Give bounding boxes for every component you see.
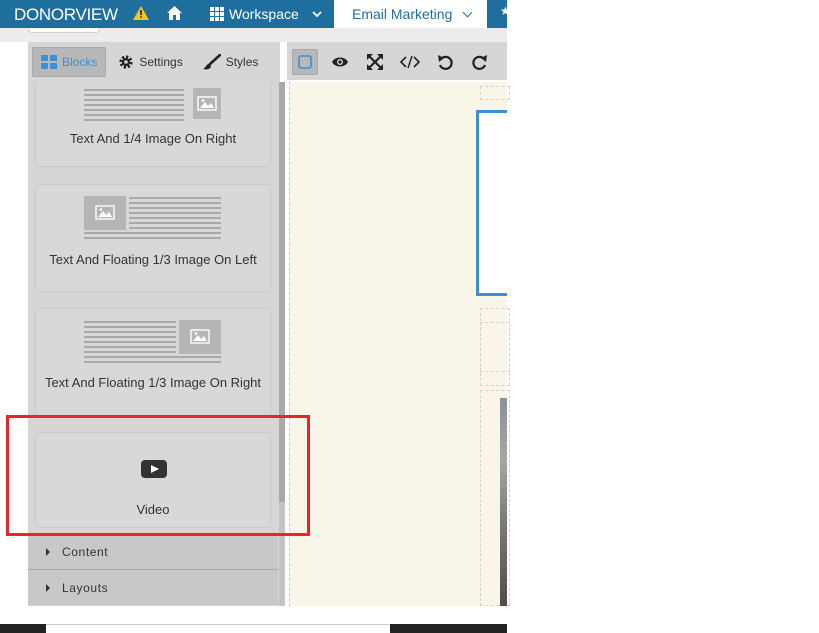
image-placeholder-icon — [179, 320, 221, 354]
text-lines-thumbnail — [84, 356, 221, 366]
text-lines-thumbnail — [84, 232, 221, 242]
tab-settings-label: Settings — [139, 55, 183, 69]
redo-button[interactable] — [467, 49, 493, 75]
code-icon — [400, 55, 420, 69]
paintbrush-icon — [202, 54, 221, 70]
workspace-label: Workspace — [229, 6, 299, 22]
accordion-content-label: Content — [62, 544, 109, 559]
taskbar-left — [0, 624, 46, 633]
brand-logo[interactable]: DONORVIEW — [14, 5, 118, 25]
workspace-menu[interactable]: Workspace — [210, 0, 322, 28]
canvas-image[interactable] — [500, 398, 507, 606]
block-text-floating-third-image-right[interactable]: Text And Floating 1/3 Image On Right — [35, 308, 271, 416]
panel-tab-edge — [28, 28, 100, 33]
undo-icon — [438, 55, 453, 70]
image-placeholder-icon — [84, 196, 126, 230]
tab-blocks-label: Blocks — [62, 55, 98, 69]
preview-button[interactable] — [327, 49, 353, 75]
star-icon[interactable]: ★ — [500, 4, 507, 22]
tab-styles-label: Styles — [225, 55, 259, 69]
accordion-layouts-label: Layouts — [62, 580, 109, 595]
image-placeholder-icon — [193, 88, 221, 119]
top-nav: DONORVIEW Workspace Email Marketing ★ — [0, 0, 507, 28]
grid-icon — [210, 7, 224, 21]
block-label: Text And 1/4 Image On Right — [69, 131, 237, 146]
view-code-button[interactable] — [397, 49, 423, 75]
expand-arrows-icon — [367, 54, 383, 70]
warning-icon[interactable] — [133, 6, 149, 25]
selected-canvas-block[interactable] — [476, 110, 507, 296]
accordion-content[interactable]: Content — [28, 533, 278, 569]
text-lines-thumbnail — [84, 89, 184, 124]
email-canvas[interactable] — [289, 82, 510, 606]
canvas-row[interactable] — [480, 86, 510, 100]
home-icon[interactable] — [167, 6, 182, 25]
block-label: Text And Floating 1/3 Image On Left — [49, 252, 257, 267]
tab-email-marketing[interactable]: Email Marketing — [334, 0, 487, 28]
text-lines-thumbnail — [129, 197, 221, 232]
highlight-box — [6, 415, 310, 536]
gear-icon — [119, 55, 133, 69]
outline-toggle-button[interactable] — [292, 49, 318, 75]
redo-icon — [472, 55, 487, 70]
canvas-cell[interactable] — [480, 322, 510, 372]
fullscreen-button[interactable] — [362, 49, 388, 75]
accordion-layouts[interactable]: Layouts — [28, 569, 278, 605]
chevron-down-icon — [312, 10, 322, 17]
taskbar-search[interactable] — [46, 624, 390, 633]
tab-settings[interactable]: Settings — [110, 47, 190, 77]
eye-icon — [332, 57, 348, 67]
email-tab-label: Email Marketing — [352, 6, 453, 22]
block-text-quarter-image-right[interactable]: Text And 1/4 Image On Right — [35, 82, 271, 167]
panel-toolbar: Blocks Settings Styles — [28, 42, 280, 82]
tab-styles[interactable]: Styles — [195, 47, 267, 77]
chevron-down-icon — [462, 7, 473, 17]
tab-blocks[interactable]: Blocks — [32, 47, 107, 77]
blocks-icon — [41, 55, 57, 69]
taskbar-right — [390, 624, 507, 633]
editor-toolbar — [287, 42, 507, 80]
block-label: Text And Floating 1/3 Image On Right — [44, 375, 262, 390]
block-text-floating-third-image-left[interactable]: Text And Floating 1/3 Image On Left — [35, 184, 271, 292]
text-lines-thumbnail — [84, 321, 176, 356]
square-outline-icon — [298, 55, 312, 69]
caret-right-icon — [46, 583, 50, 592]
caret-right-icon — [46, 547, 50, 556]
app-root: DONORVIEW Workspace Email Marketing ★ Bl… — [0, 0, 819, 633]
undo-button[interactable] — [432, 49, 458, 75]
